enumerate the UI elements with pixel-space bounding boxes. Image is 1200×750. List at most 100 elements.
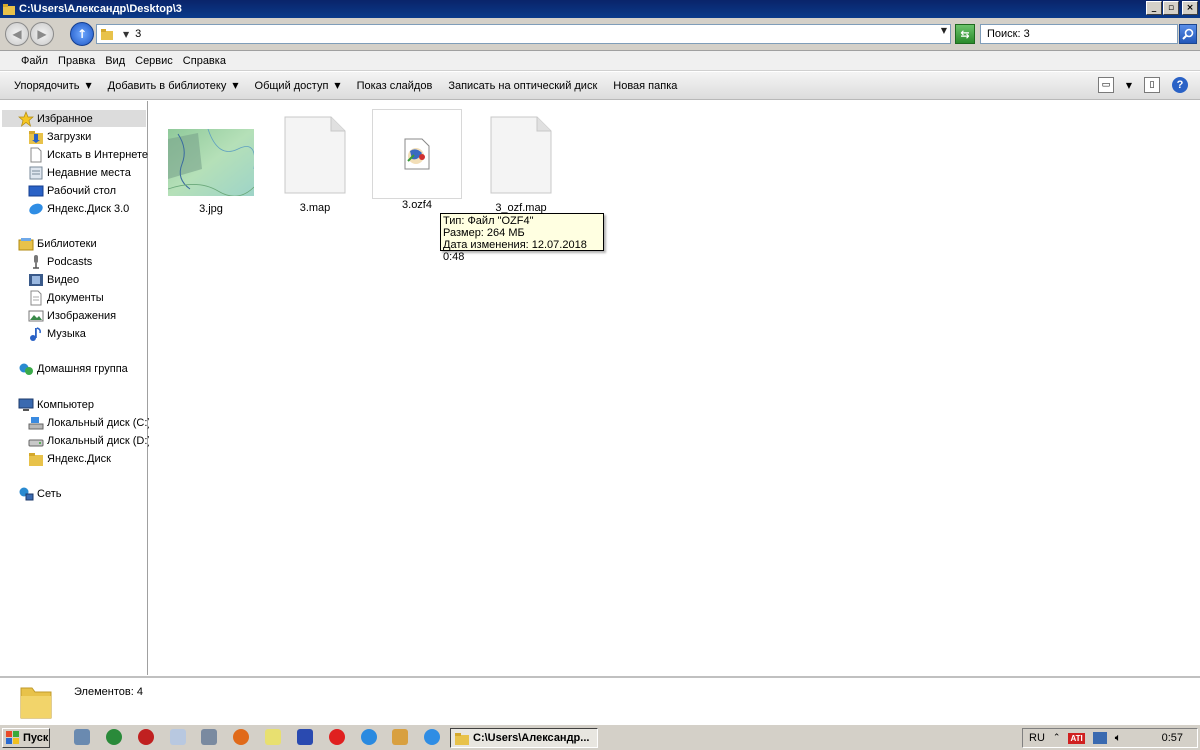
slideshow-button[interactable]: Показ слайдов xyxy=(349,80,441,92)
nav-pictures[interactable]: Изображения xyxy=(28,307,116,324)
ati-icon[interactable]: ATI xyxy=(1068,732,1085,744)
menu-tools[interactable]: Сервис xyxy=(130,55,178,67)
search-button[interactable] xyxy=(1179,24,1197,44)
breadcrumb-separator-icon[interactable]: ▼ xyxy=(123,30,129,39)
menu-file[interactable]: Файл xyxy=(16,55,53,67)
nav-downloads[interactable]: Загрузки xyxy=(28,128,91,145)
nav-yandex-disk-app-label: Яндекс.Диск 3.0 xyxy=(47,202,130,215)
yandex-disk-icon xyxy=(29,203,43,214)
nav-computer[interactable]: Компьютер xyxy=(18,396,94,413)
chevron-down-icon: ▼ xyxy=(85,81,92,90)
nav-documents[interactable]: Документы xyxy=(28,289,104,306)
quicklaunch-app-icon[interactable] xyxy=(170,729,186,745)
view-controls: ▭ ▼ ▯ ? xyxy=(1097,77,1188,93)
opera-icon[interactable] xyxy=(329,729,345,745)
address-bar[interactable]: ▼ 3 ▼ xyxy=(96,24,951,44)
back-button[interactable]: ◀ xyxy=(5,22,29,46)
file-name: 3.map xyxy=(299,202,331,214)
quicklaunch-app-icon[interactable] xyxy=(392,729,408,745)
nav-network[interactable]: Сеть xyxy=(18,485,61,502)
volume-icon[interactable]: 🔈︎ xyxy=(1115,731,1122,745)
file-item[interactable]: 3.jpg xyxy=(163,128,259,215)
nav-recent[interactable]: Недавние места xyxy=(28,164,131,181)
nav-drive-c[interactable]: Локальный диск (C:) xyxy=(28,414,151,431)
tray-expand-icon[interactable]: ⌃ xyxy=(1053,733,1061,743)
network-icon xyxy=(19,487,34,500)
title-bar[interactable]: C:\Users\Александр\Desktop\3 _ ▫ × xyxy=(0,0,1200,18)
add-to-library-button[interactable]: Добавить в библиотеку ▼ xyxy=(100,80,247,92)
notepad-icon[interactable] xyxy=(265,729,281,745)
preview-pane-icon[interactable]: ▯ xyxy=(1144,77,1160,93)
burn-button[interactable]: Записать на оптический диск xyxy=(440,80,605,92)
nav-internet-search[interactable]: Искать в Интернете xyxy=(28,146,148,163)
network-tray-icon[interactable] xyxy=(1092,732,1107,744)
yandex-disk-icon[interactable] xyxy=(424,729,440,745)
organize-button[interactable]: Упорядочить ▼ xyxy=(6,80,100,92)
firefox-icon[interactable] xyxy=(233,729,249,745)
nav-computer-label: Компьютер xyxy=(37,398,94,411)
folder-icon xyxy=(29,452,43,466)
nav-homegroup[interactable]: Домашняя группа xyxy=(18,360,128,377)
view-options-dropdown-icon[interactable]: ▼ xyxy=(1126,81,1132,90)
menu-edit[interactable]: Правка xyxy=(53,55,100,67)
menu-help[interactable]: Справка xyxy=(178,55,231,67)
nav-homegroup-label: Домашняя группа xyxy=(37,362,128,375)
file-tooltip: Тип: Файл "OZF4" Размер: 264 МБ Дата изм… xyxy=(440,213,604,263)
maximize-button[interactable]: ▫ xyxy=(1163,1,1179,15)
system-tray: RU ⌃ ATI 🔈︎ 0:57 xyxy=(1022,728,1198,748)
file-item[interactable]: 3.map xyxy=(267,115,363,214)
quicklaunch-app-icon[interactable] xyxy=(201,729,217,745)
nav-downloads-label: Загрузки xyxy=(47,130,92,143)
nav-libraries[interactable]: Библиотеки xyxy=(18,235,97,252)
search-input[interactable]: Поиск: 3 xyxy=(980,24,1178,44)
minimize-button[interactable]: _ xyxy=(1146,1,1162,15)
taskbar-window-explorer[interactable]: C:\Users\Александр... xyxy=(450,728,598,748)
help-icon[interactable]: ? xyxy=(1172,77,1188,93)
nav-pictures-label: Изображения xyxy=(47,309,117,322)
nav-internet-search-label: Искать в Интернете xyxy=(47,148,149,161)
arrow-left-icon: ◀ xyxy=(12,27,22,41)
start-button[interactable]: Пуск xyxy=(2,728,50,748)
quicklaunch-app-icon[interactable] xyxy=(106,729,122,745)
nav-podcasts[interactable]: Podcasts xyxy=(28,253,92,270)
address-history-dropdown-icon[interactable]: ▼ xyxy=(941,26,947,35)
nav-favorites[interactable]: Избранное xyxy=(2,110,146,127)
internet-explorer-icon[interactable] xyxy=(361,729,377,745)
new-folder-button[interactable]: Новая папка xyxy=(605,80,685,92)
search-icon xyxy=(1182,28,1194,40)
arrow-right-icon: ▶ xyxy=(37,27,47,41)
quicklaunch-app-icon[interactable] xyxy=(74,729,90,745)
share-button[interactable]: Общий доступ ▼ xyxy=(247,80,349,92)
nav-yandex-disk-app[interactable]: Яндекс.Диск 3.0 xyxy=(28,200,129,217)
recent-places-icon xyxy=(29,166,43,179)
system-drive-icon xyxy=(28,416,44,429)
close-button[interactable]: × xyxy=(1182,1,1198,15)
generic-file-icon xyxy=(490,116,552,194)
hard-drive-icon xyxy=(28,439,44,446)
clock[interactable]: 0:57 xyxy=(1162,732,1183,744)
file-item[interactable]: 3.ozf4 xyxy=(371,109,463,211)
downloads-folder-icon xyxy=(29,130,43,144)
nav-drive-d[interactable]: Локальный диск (D:) xyxy=(28,432,151,449)
quicklaunch-app-icon[interactable] xyxy=(138,729,154,745)
taskbar-window-label: C:\Users\Александр... xyxy=(473,732,590,744)
breadcrumb-current[interactable]: 3 xyxy=(135,28,141,40)
language-indicator[interactable]: RU xyxy=(1029,732,1045,744)
nav-desktop-label: Рабочий стол xyxy=(47,184,117,197)
image-thumbnail-icon xyxy=(167,128,256,197)
nav-desktop[interactable]: Рабочий стол xyxy=(28,182,116,199)
nav-yandex-disk[interactable]: Яндекс.Диск xyxy=(28,450,111,467)
up-button[interactable]: ↑ xyxy=(70,22,94,46)
menu-view[interactable]: Вид xyxy=(100,55,130,67)
address-toolbar: ◀ ▶ ↑ ▼ 3 ▼ ⇆ Поиск: 3 xyxy=(0,18,1200,51)
nav-music[interactable]: Музыка xyxy=(28,325,86,342)
refresh-button[interactable]: ⇆ xyxy=(955,24,975,44)
nav-video[interactable]: Видео xyxy=(28,271,79,288)
file-item[interactable]: 3_ozf.map xyxy=(473,115,569,214)
forward-button[interactable]: ▶ xyxy=(30,22,54,46)
quicklaunch-app-icon[interactable] xyxy=(297,729,313,745)
computer-icon xyxy=(18,398,34,411)
change-view-icon[interactable]: ▭ xyxy=(1097,77,1114,93)
nav-podcasts-label: Podcasts xyxy=(47,255,93,268)
file-list[interactable]: 3.jpg 3.map 3.ozf4 3_ozf.map xyxy=(149,101,1200,675)
